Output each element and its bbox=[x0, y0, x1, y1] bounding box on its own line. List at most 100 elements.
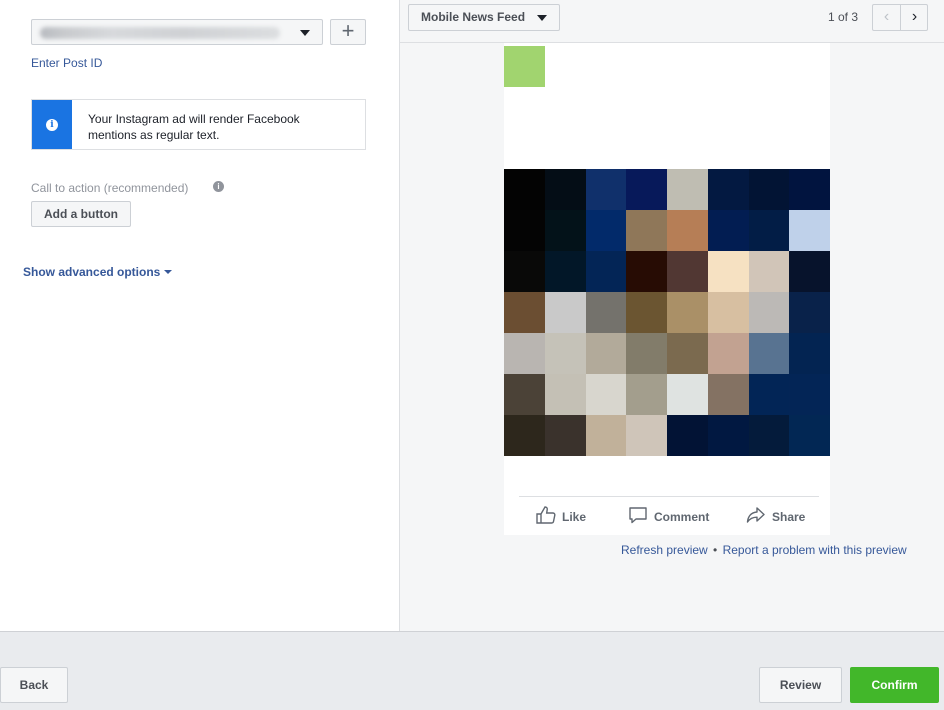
enter-post-id-link[interactable]: Enter Post ID bbox=[31, 56, 102, 70]
next-preview-button[interactable]: › bbox=[901, 5, 928, 30]
ad-image-pixel bbox=[626, 415, 667, 456]
ad-image-pixel bbox=[504, 333, 545, 374]
ad-preview-card: Like Comment Share bbox=[504, 43, 830, 535]
share-label: Share bbox=[772, 510, 806, 525]
ad-image-pixel bbox=[544, 415, 586, 456]
actions-divider bbox=[519, 496, 819, 497]
ad-image-pixel bbox=[585, 210, 627, 251]
previous-preview-button[interactable]: ‹ bbox=[873, 5, 900, 30]
ad-image-pixel bbox=[585, 374, 627, 415]
ad-image-pixel bbox=[504, 374, 545, 415]
post-selector-dropdown[interactable] bbox=[31, 19, 323, 45]
ad-image-pixel bbox=[504, 415, 545, 456]
ad-image-pixel bbox=[707, 374, 749, 415]
placement-label: Mobile News Feed bbox=[421, 10, 526, 24]
ad-image-pixel bbox=[585, 333, 627, 374]
placement-dropdown[interactable]: Mobile News Feed bbox=[408, 4, 560, 31]
ad-image-pixel bbox=[585, 169, 627, 210]
ad-image-pixel bbox=[504, 251, 545, 292]
instagram-mentions-notice: i Your Instagram ad will render Facebook… bbox=[31, 99, 366, 150]
ad-image-pixel bbox=[789, 210, 830, 251]
ad-image-pixel bbox=[748, 292, 790, 333]
ad-image-pixel bbox=[707, 292, 749, 333]
refresh-preview-link[interactable]: Refresh preview bbox=[621, 543, 708, 557]
ad-image-pixel bbox=[504, 210, 545, 251]
main-panel: + Enter Post ID i Your Instagram ad will… bbox=[0, 0, 944, 632]
ad-image-pixel bbox=[667, 374, 708, 415]
ad-image-pixel bbox=[667, 210, 708, 251]
ad-image-pixel bbox=[626, 251, 667, 292]
ad-image-pixel bbox=[748, 374, 790, 415]
plus-icon: + bbox=[341, 18, 355, 43]
preview-links: Refresh preview • Report a problem with … bbox=[621, 543, 907, 557]
share-action[interactable]: Share bbox=[746, 506, 805, 528]
ad-image-pixel bbox=[504, 169, 545, 210]
ad-image-pixel bbox=[748, 415, 790, 456]
ad-image-pixel bbox=[626, 374, 667, 415]
ad-image-pixel bbox=[789, 374, 830, 415]
avatar bbox=[504, 46, 545, 87]
ad-image-pixel bbox=[667, 415, 708, 456]
ad-image-pixel bbox=[707, 210, 749, 251]
ad-image-pixel bbox=[707, 169, 749, 210]
chevron-down-icon bbox=[300, 30, 310, 36]
ad-image-pixel bbox=[789, 169, 830, 210]
ad-image-pixel bbox=[667, 333, 708, 374]
ad-image-pixel bbox=[667, 169, 708, 210]
ad-image-pixel bbox=[748, 333, 790, 374]
ad-image-pixel bbox=[789, 251, 830, 292]
ad-image-pixel bbox=[626, 292, 667, 333]
link-separator: • bbox=[713, 543, 718, 557]
chevron-down-icon bbox=[537, 15, 547, 21]
review-button[interactable]: Review bbox=[759, 667, 842, 703]
share-icon bbox=[746, 506, 766, 530]
add-post-button[interactable]: + bbox=[330, 19, 366, 45]
ad-image-pixel bbox=[707, 251, 749, 292]
ad-image-pixel bbox=[585, 251, 627, 292]
ad-image-pixel bbox=[789, 292, 830, 333]
ad-image-pixel bbox=[789, 415, 830, 456]
ad-image-pixel bbox=[504, 292, 545, 333]
like-label: Like bbox=[562, 510, 587, 525]
notice-accent-bar: i bbox=[32, 100, 72, 149]
ad-image-pixel bbox=[544, 292, 586, 333]
like-action[interactable]: Like bbox=[536, 506, 586, 528]
add-a-button-button[interactable]: Add a button bbox=[31, 201, 131, 227]
ad-setup-column: + Enter Post ID i Your Instagram ad will… bbox=[0, 0, 400, 631]
ad-image-pixel bbox=[544, 251, 586, 292]
ad-image-pixel bbox=[707, 415, 749, 456]
ad-image-pixel bbox=[544, 210, 586, 251]
ad-image-pixel bbox=[748, 210, 790, 251]
ad-image-pixel bbox=[585, 415, 627, 456]
ad-image-pixel bbox=[626, 210, 667, 251]
ad-image-pixel bbox=[544, 374, 586, 415]
ad-preview-column: Mobile News Feed 1 of 3 ‹ › Like Comment… bbox=[400, 0, 944, 631]
ad-image-pixel bbox=[748, 169, 790, 210]
comment-icon bbox=[628, 506, 648, 530]
ad-image-pixel bbox=[748, 251, 790, 292]
back-button[interactable]: Back bbox=[0, 667, 68, 703]
ad-image-pixel bbox=[667, 292, 708, 333]
comment-label: Comment bbox=[654, 510, 710, 525]
post-actions-bar: Like Comment Share bbox=[504, 506, 830, 528]
show-advanced-options-link[interactable]: Show advanced options bbox=[23, 265, 173, 279]
ad-image-pixel bbox=[667, 251, 708, 292]
ad-image-pixel bbox=[544, 333, 586, 374]
ad-image-pixel bbox=[626, 333, 667, 374]
ad-image-pixel bbox=[789, 333, 830, 374]
info-icon: i bbox=[46, 119, 58, 131]
post-selector-obscured-value bbox=[40, 27, 280, 39]
thumbs-up-icon bbox=[536, 506, 556, 530]
ad-image bbox=[504, 169, 830, 456]
ad-image-pixel bbox=[707, 333, 749, 374]
confirm-button[interactable]: Confirm bbox=[850, 667, 939, 703]
ad-image-pixel bbox=[585, 292, 627, 333]
report-problem-link[interactable]: Report a problem with this preview bbox=[723, 543, 907, 557]
preview-page-counter: 1 of 3 bbox=[828, 10, 859, 24]
chevron-down-icon bbox=[164, 270, 173, 274]
help-icon[interactable]: i bbox=[213, 181, 224, 192]
ad-image-pixel bbox=[544, 169, 586, 210]
comment-action[interactable]: Comment bbox=[628, 506, 709, 528]
ad-image-pixel bbox=[626, 169, 667, 210]
preview-pager: ‹ › bbox=[872, 4, 928, 31]
